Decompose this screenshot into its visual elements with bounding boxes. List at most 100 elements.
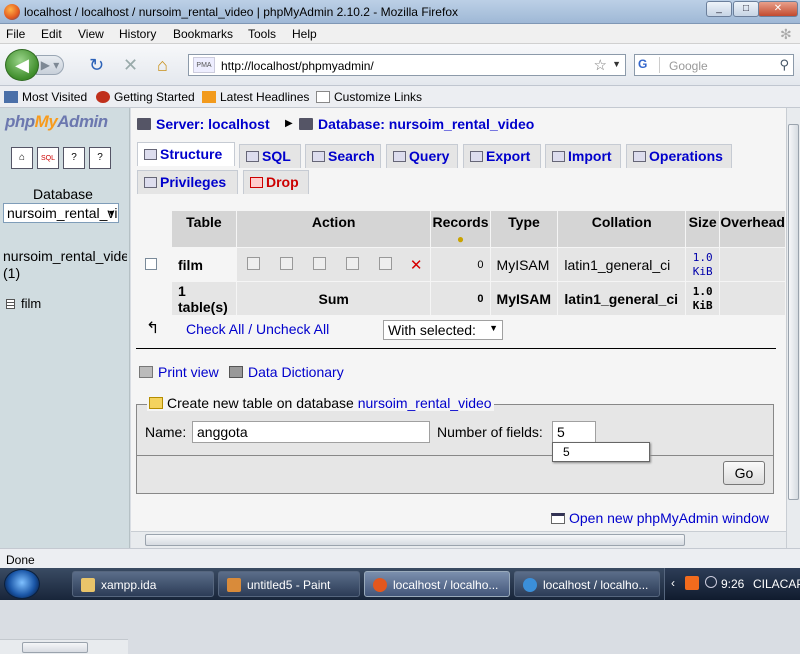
row-checkbox[interactable]	[145, 258, 157, 270]
database-select[interactable]: nursoim_rental_video▼	[3, 203, 119, 223]
tab-import[interactable]: Import	[545, 144, 621, 168]
tab-privileges[interactable]: Privileges	[137, 170, 238, 194]
table-name-link[interactable]: film	[178, 257, 203, 273]
bookmark-star-icon[interactable]: ☆	[594, 56, 607, 74]
menu-history[interactable]: History	[119, 27, 156, 41]
search-bar[interactable]: G Google ⚲	[634, 54, 794, 76]
task-firefox[interactable]: localhost / localho...	[364, 571, 510, 597]
phpmyadmin-logo[interactable]: phpMyAdmin	[5, 112, 108, 132]
menu-view[interactable]: View	[78, 27, 104, 41]
xampp-tray-icon[interactable]	[685, 576, 699, 590]
autocomplete-dropdown[interactable]: 5	[552, 442, 650, 462]
locale-indicator[interactable]: CILACAP	[753, 577, 800, 591]
breadcrumb-database[interactable]: Database: nursoim_rental_video	[299, 116, 534, 132]
print-view-link[interactable]: Print view	[139, 364, 219, 380]
folder-icon	[81, 578, 95, 592]
tab-operations[interactable]: Operations	[626, 144, 732, 168]
tab-drop[interactable]: Drop	[243, 170, 309, 194]
row-size[interactable]: 1.0 KiB	[685, 248, 720, 281]
chevron-left-icon[interactable]: ‹	[671, 576, 675, 590]
header-collation[interactable]: Collation	[558, 211, 685, 247]
close-button[interactable]: ✕	[758, 1, 798, 17]
reload-icon[interactable]: ↻	[89, 56, 104, 74]
with-selected-select[interactable]: With selected: ▼	[383, 320, 503, 340]
network-icon[interactable]	[705, 576, 717, 588]
tab-query[interactable]: Query	[386, 144, 458, 168]
tab-search[interactable]: Search	[305, 144, 381, 168]
main-horizontal-scrollbar[interactable]	[131, 531, 786, 548]
browse-icon[interactable]	[246, 256, 260, 270]
minimize-button[interactable]: _	[706, 1, 732, 17]
header-overhead[interactable]: Overhead	[720, 211, 785, 247]
stop-icon[interactable]: ✕	[123, 56, 138, 74]
tab-structure[interactable]: Structure	[137, 142, 235, 166]
menu-file[interactable]: File	[6, 27, 25, 41]
header-records[interactable]: Records ●	[431, 211, 490, 247]
go-button[interactable]: Go	[723, 461, 765, 485]
uncheck-all-link[interactable]: Uncheck All	[256, 321, 329, 337]
open-new-window-link[interactable]: Open new phpMyAdmin window	[551, 510, 769, 526]
status-text: Done	[6, 553, 35, 567]
scrollbar-thumb[interactable]	[22, 642, 88, 653]
title-bar: localhost / localhost / nursoim_rental_v…	[0, 0, 800, 24]
maximize-button[interactable]: □	[733, 1, 759, 17]
header-type[interactable]: Type	[490, 211, 558, 247]
bookmark-most-visited[interactable]: Most Visited	[4, 90, 87, 104]
breadcrumb-server[interactable]: Server: localhost	[137, 116, 270, 132]
database-name-link[interactable]: nursoim_rental_video (1)	[3, 248, 127, 282]
database-label: Database	[33, 186, 93, 202]
url-dropdown-icon[interactable]: ▼	[612, 59, 621, 69]
task-xampp[interactable]: xampp.ida	[72, 571, 214, 597]
start-button[interactable]	[4, 569, 40, 599]
insert-icon[interactable]	[345, 256, 359, 270]
task-paint[interactable]: untitled5 - Paint	[218, 571, 360, 597]
bookmarks-toolbar: Most Visited Getting Started Latest Head…	[0, 86, 800, 108]
check-all-link[interactable]: Check All	[186, 321, 244, 337]
bookmark-customize-links[interactable]: Customize Links	[316, 90, 422, 104]
search-icon[interactable]	[312, 256, 326, 270]
scrollbar-thumb[interactable]	[145, 534, 685, 546]
url-text[interactable]: http://localhost/phpmyadmin/	[221, 59, 374, 73]
table-summary-row: 1 table(s) Sum 0 MyISAM latin1_general_c…	[172, 282, 785, 315]
scrollbar-thumb[interactable]	[788, 124, 799, 500]
data-dictionary-link[interactable]: Data Dictionary	[229, 364, 344, 380]
import-icon	[552, 151, 565, 162]
clock[interactable]: 9:26	[721, 577, 744, 591]
search-engine-icon[interactable]: G	[638, 57, 660, 73]
search-icon[interactable]: ⚲	[779, 57, 789, 73]
left-horizontal-scrollbar[interactable]	[0, 639, 128, 654]
drop-icon[interactable]: ✕	[410, 257, 423, 274]
site-favicon-icon: PMA	[193, 57, 215, 73]
home-icon[interactable]: ⌂	[157, 56, 168, 74]
structure-icon[interactable]	[279, 256, 293, 270]
menu-bookmarks[interactable]: Bookmarks	[173, 27, 233, 41]
tab-export[interactable]: Export	[463, 144, 541, 168]
search-input[interactable]: Google	[669, 59, 708, 73]
header-size[interactable]: Size	[685, 211, 720, 247]
menu-help[interactable]: Help	[292, 27, 317, 41]
main-vertical-scrollbar[interactable]	[786, 108, 800, 548]
fieldset-divider	[137, 455, 773, 456]
sidebar-item-film[interactable]: film	[6, 296, 41, 311]
home-button[interactable]: ⌂	[11, 147, 33, 169]
query-window-button[interactable]: ?	[89, 147, 111, 169]
structure-icon	[144, 149, 157, 160]
menu-tools[interactable]: Tools	[248, 27, 276, 41]
menu-edit[interactable]: Edit	[41, 27, 62, 41]
table-name-input[interactable]: anggota	[192, 421, 430, 443]
info-bulb-icon[interactable]: ●	[457, 232, 464, 246]
tab-sql[interactable]: SQL	[239, 144, 301, 168]
documentation-button[interactable]: ?	[63, 147, 85, 169]
empty-icon[interactable]	[378, 256, 392, 270]
back-button[interactable]: ◀	[5, 49, 39, 81]
url-bar[interactable]: PMA http://localhost/phpmyadmin/ ☆ ▼	[188, 54, 626, 76]
bookmark-getting-started[interactable]: Getting Started	[96, 90, 195, 104]
header-table[interactable]: Table	[172, 211, 236, 247]
create-table-db-link[interactable]: nursoim_rental_video	[358, 395, 492, 411]
number-of-fields-input[interactable]: 5	[552, 421, 596, 443]
bookmark-latest-headlines[interactable]: Latest Headlines	[202, 90, 309, 104]
summary-records: 0	[431, 282, 490, 315]
task-ie[interactable]: localhost / localho...	[514, 571, 660, 597]
forward-button[interactable]: ▶ ▾	[36, 55, 64, 75]
sql-query-button[interactable]: SQL	[37, 147, 59, 169]
